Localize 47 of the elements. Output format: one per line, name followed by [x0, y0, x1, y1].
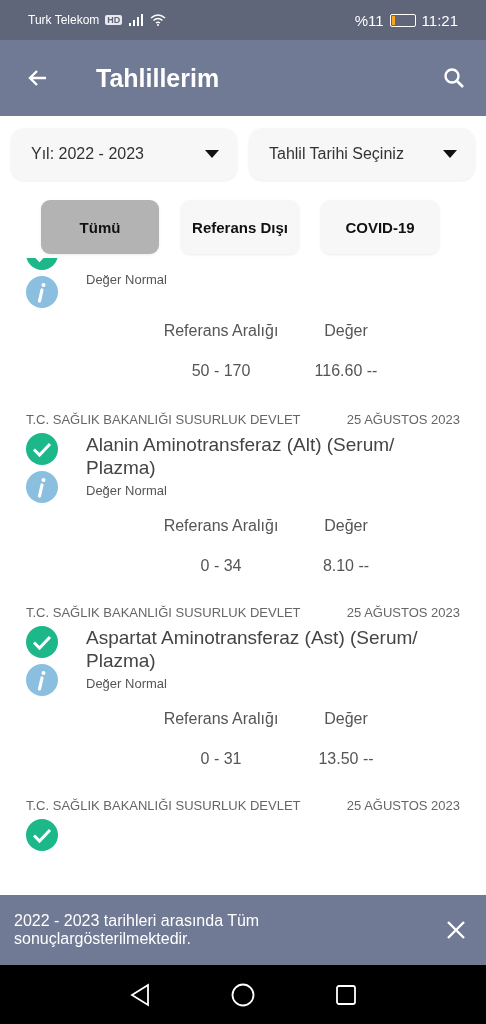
clock: 11:21 — [421, 11, 458, 29]
result-status: Değer Normal — [86, 676, 168, 691]
page-title: Tahlillerim — [96, 63, 221, 93]
column-header: Referans Aralığı — [163, 517, 279, 535]
filter-dropdown[interactable]: Tahlil Tarihi Seçiniz — [249, 128, 475, 180]
carrier-name: Turk Telekom — [28, 13, 100, 27]
snackbar-message: 2022 - 2023 tarihleri arasında Tüm sonuçlargösterilmektedir. — [14, 912, 261, 948]
reference-range: 0 - 34 — [200, 557, 242, 575]
battery-percent: %11 — [354, 11, 384, 29]
home-nav-icon[interactable] — [231, 982, 255, 1007]
result-status: Değer Normal — [86, 272, 168, 287]
search-icon[interactable] — [442, 66, 466, 90]
recents-nav-icon[interactable] — [335, 983, 357, 1006]
result-status: Değer Normal — [86, 483, 168, 498]
institution-name: T.C. SAĞLIK BAKANLIĞI SUSURLUK DEVLET — [26, 798, 301, 813]
column-header: Referans Aralığı — [163, 322, 279, 340]
column-header: Değer — [324, 517, 368, 535]
institution-name: T.C. SAĞLIK BAKANLIĞI SUSURLUK DEVLET — [26, 412, 301, 427]
filter-tab[interactable]: COVID-19 — [321, 200, 439, 254]
test-name: Aspartat Aminotransferaz (Ast) (Serum/ Plazma) — [86, 626, 419, 672]
result-date: 25 AĞUSTOS 2023 — [346, 412, 460, 427]
reference-range: 50 - 170 — [191, 362, 251, 380]
column-header: Değer — [324, 710, 368, 728]
back-nav-icon[interactable] — [129, 982, 151, 1007]
result-value: 116.60 -- — [314, 362, 378, 380]
close-icon[interactable] — [446, 920, 466, 940]
result-date: 25 AĞUSTOS 2023 — [346, 605, 460, 620]
filter-tab[interactable]: Referans Dışı — [181, 200, 299, 254]
wifi-icon — [150, 14, 167, 26]
check-icon — [26, 819, 58, 851]
caret-icon — [205, 150, 219, 158]
caret-icon — [443, 150, 457, 158]
network-badge: HD — [105, 15, 123, 25]
test-name: Alanin Aminotransferaz (Alt) (Serum/ Plazma) — [86, 433, 396, 479]
result-value: 13.50 -- — [318, 750, 374, 768]
signal-icon — [128, 14, 145, 26]
institution-name: T.C. SAĞLIK BAKANLIĞI SUSURLUK DEVLET — [26, 605, 301, 620]
check-icon — [26, 626, 58, 658]
filter-dropdown[interactable]: Yıl: 2022 - 2023 — [11, 128, 237, 180]
result-date: 25 AĞUSTOS 2023 — [346, 798, 460, 813]
result-value: 8.10 -- — [322, 557, 370, 575]
column-header: Değer — [324, 322, 368, 340]
battery-icon — [389, 13, 416, 27]
check-icon — [26, 433, 58, 465]
reference-range: 0 - 31 — [200, 750, 242, 768]
column-header: Referans Aralığı — [163, 710, 279, 728]
filter-tab[interactable]: Tümü — [41, 200, 159, 254]
